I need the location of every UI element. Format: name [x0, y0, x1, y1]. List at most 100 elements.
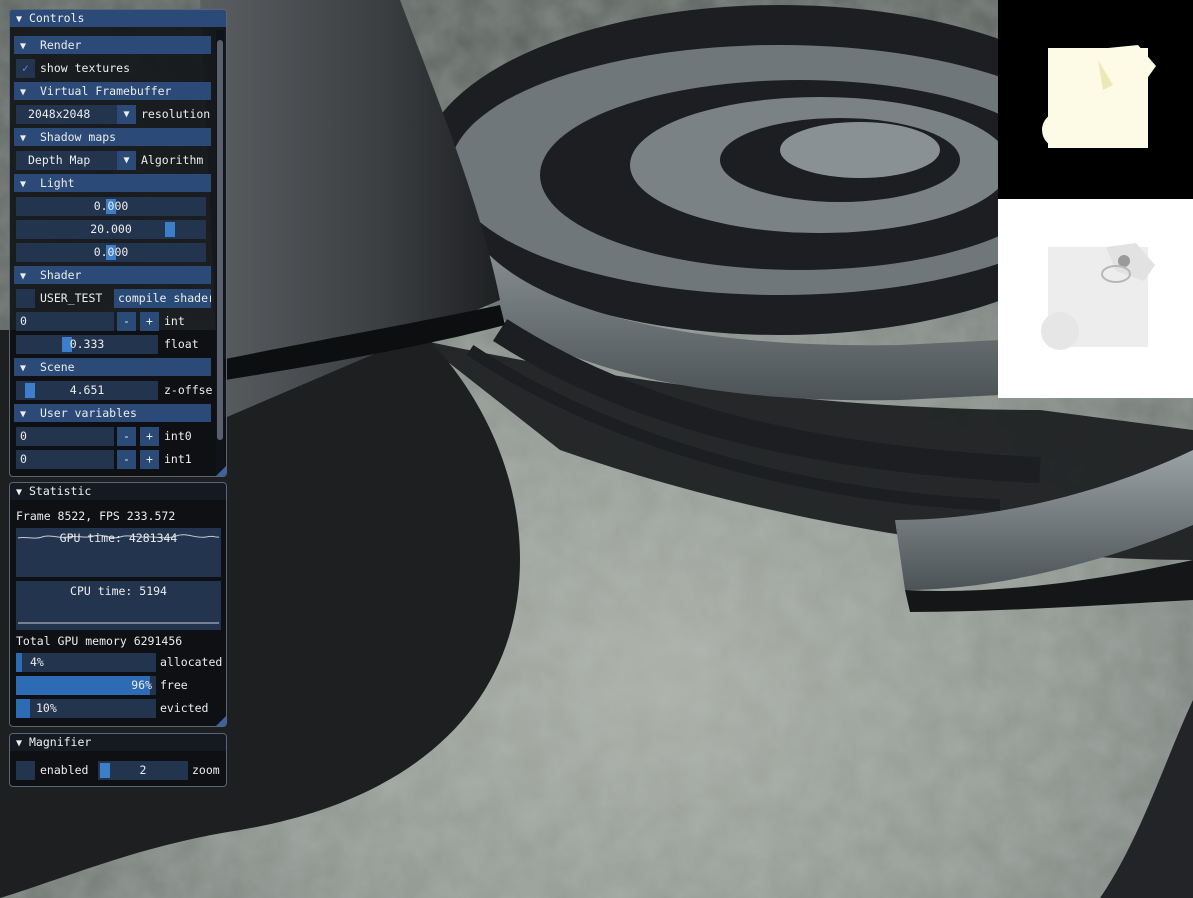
user-variables-header-label: User variables: [39, 406, 137, 420]
int-input[interactable]: 0: [16, 312, 114, 331]
shadow-depth-map-thumbnail: [998, 0, 1193, 199]
float-value: 0.333: [69, 337, 105, 351]
gpu-time-label: GPU time: 4281344: [59, 531, 178, 545]
controls-titlebar[interactable]: ▼ Controls: [10, 10, 226, 27]
light-z-value: 0.000: [93, 245, 129, 259]
user-variables-header[interactable]: ▼ User variables: [14, 404, 211, 422]
collapse-icon[interactable]: ▼: [16, 484, 29, 501]
int1-increment-button[interactable]: +: [140, 450, 159, 469]
chevron-down-icon: ▼: [20, 133, 27, 144]
algorithm-value: Depth Map: [28, 153, 91, 167]
algorithm-label: Algorithm: [141, 153, 204, 167]
allocated-label: allocated: [160, 655, 223, 669]
magnifier-titlebar[interactable]: ▼ Magnifier: [10, 734, 226, 751]
z-offset-slider[interactable]: 4.651: [16, 381, 158, 400]
resolution-label: resolution: [141, 107, 211, 121]
int-decrement-button[interactable]: -: [117, 312, 136, 331]
int1-value: 0: [20, 452, 27, 466]
evicted-label: evicted: [160, 701, 209, 715]
chevron-down-icon: ▼: [20, 271, 27, 282]
slider-grab[interactable]: [25, 383, 35, 398]
int1-label: int1: [164, 452, 192, 466]
magnifier-enabled-label: enabled: [40, 763, 89, 777]
resolution-value: 2048x2048: [28, 107, 91, 121]
controls-window[interactable]: ▼ Controls ▼ Render ✓ show textures ▼ Vir…: [9, 9, 227, 477]
int0-value: 0: [20, 429, 27, 443]
chevron-down-icon: ▼: [20, 87, 27, 98]
float-slider[interactable]: 0.333: [16, 335, 158, 354]
slider-grab[interactable]: [165, 222, 175, 237]
int-increment-button[interactable]: +: [140, 312, 159, 331]
user-test-label: USER_TEST: [40, 291, 103, 305]
magnifier-enabled-checkbox[interactable]: [16, 761, 35, 780]
light-header[interactable]: ▼ Light: [14, 174, 211, 192]
allocated-progress-bar: 4%: [16, 653, 156, 672]
free-progress-bar: 96%: [16, 676, 156, 695]
light-x-slider[interactable]: 0.000: [16, 197, 206, 216]
statistic-titlebar[interactable]: ▼ Statistic: [10, 483, 226, 500]
statistic-title: Statistic: [29, 484, 92, 498]
chevron-down-icon: ▼: [20, 41, 27, 52]
zoom-slider[interactable]: 2: [98, 761, 188, 780]
virtual-framebuffer-header[interactable]: ▼ Virtual Framebuffer: [14, 82, 211, 100]
total-gpu-memory-text: Total GPU memory 6291456: [16, 634, 183, 648]
statistic-window[interactable]: ▼ Statistic Frame 8522, FPS 233.572 GPU t…: [9, 482, 227, 727]
compile-shader-label: compile shader: [118, 291, 211, 305]
frame-fps-text: Frame 8522, FPS 233.572: [16, 509, 176, 523]
light-x-value: 0.000: [93, 199, 129, 213]
show-textures-checkbox[interactable]: ✓: [16, 59, 35, 78]
light-y-slider[interactable]: 20.000: [16, 220, 206, 239]
resolution-combo[interactable]: 2048x2048 ▼: [16, 105, 136, 124]
shadow-maps-header-label: Shadow maps: [39, 130, 117, 144]
cpu-time-plot[interactable]: CPU time: 5194: [16, 581, 221, 630]
light-view-thumbnail: [998, 199, 1193, 398]
chevron-down-icon: ▼: [20, 179, 27, 190]
render-header[interactable]: ▼ Render: [14, 36, 211, 54]
magnifier-title: Magnifier: [29, 735, 92, 749]
light-y-value: 20.000: [90, 222, 132, 236]
free-label: free: [160, 678, 188, 692]
z-offset-value: 4.651: [69, 383, 105, 397]
resize-grip[interactable]: [216, 716, 226, 726]
int0-input[interactable]: 0: [16, 427, 114, 446]
cpu-time-label: CPU time: 5194: [70, 584, 167, 598]
shader-header-label: Shader: [39, 268, 82, 282]
z-offset-label: z-offset: [164, 383, 213, 397]
chevron-down-icon: ▼: [20, 409, 27, 420]
algorithm-combo[interactable]: Depth Map ▼: [16, 151, 136, 170]
evicted-progress-bar: 10%: [16, 699, 156, 718]
light-z-slider[interactable]: 0.000: [16, 243, 206, 262]
shader-header[interactable]: ▼ Shader: [14, 266, 211, 284]
collapse-icon[interactable]: ▼: [16, 11, 29, 28]
scene-header[interactable]: ▼ Scene: [14, 358, 211, 376]
int0-label: int0: [164, 429, 192, 443]
compile-shader-button[interactable]: compile shader: [114, 289, 211, 308]
float-label: float: [164, 337, 199, 351]
int1-input[interactable]: 0: [16, 450, 114, 469]
gpu-time-plot[interactable]: GPU time: 4281344: [16, 528, 221, 577]
progress-fill: [16, 676, 150, 695]
int-label: int: [164, 314, 185, 328]
shadow-maps-header[interactable]: ▼ Shadow maps: [14, 128, 211, 146]
chevron-down-icon: ▼: [20, 363, 27, 374]
zoom-value: 2: [139, 763, 147, 777]
slider-grab[interactable]: [100, 763, 110, 778]
int0-increment-button[interactable]: +: [140, 427, 159, 446]
combo-arrow-icon[interactable]: ▼: [117, 105, 136, 124]
combo-arrow-icon[interactable]: ▼: [117, 151, 136, 170]
int-value: 0: [20, 314, 27, 328]
scrollbar-grab[interactable]: [217, 40, 223, 440]
user-test-checkbox[interactable]: [16, 289, 35, 308]
int0-decrement-button[interactable]: -: [117, 427, 136, 446]
int1-decrement-button[interactable]: -: [117, 450, 136, 469]
controls-scrollbar[interactable]: [216, 30, 224, 475]
allocated-percent: 4%: [30, 655, 44, 669]
magnifier-window[interactable]: ▼ Magnifier enabled 2 zoom: [9, 733, 227, 787]
evicted-percent: 10%: [36, 701, 57, 715]
virtual-framebuffer-header-label: Virtual Framebuffer: [39, 84, 172, 98]
collapse-icon[interactable]: ▼: [16, 735, 29, 752]
render-header-label: Render: [39, 38, 82, 52]
free-percent: 96%: [131, 678, 152, 692]
controls-title: Controls: [29, 11, 85, 25]
resize-grip[interactable]: [216, 466, 226, 476]
